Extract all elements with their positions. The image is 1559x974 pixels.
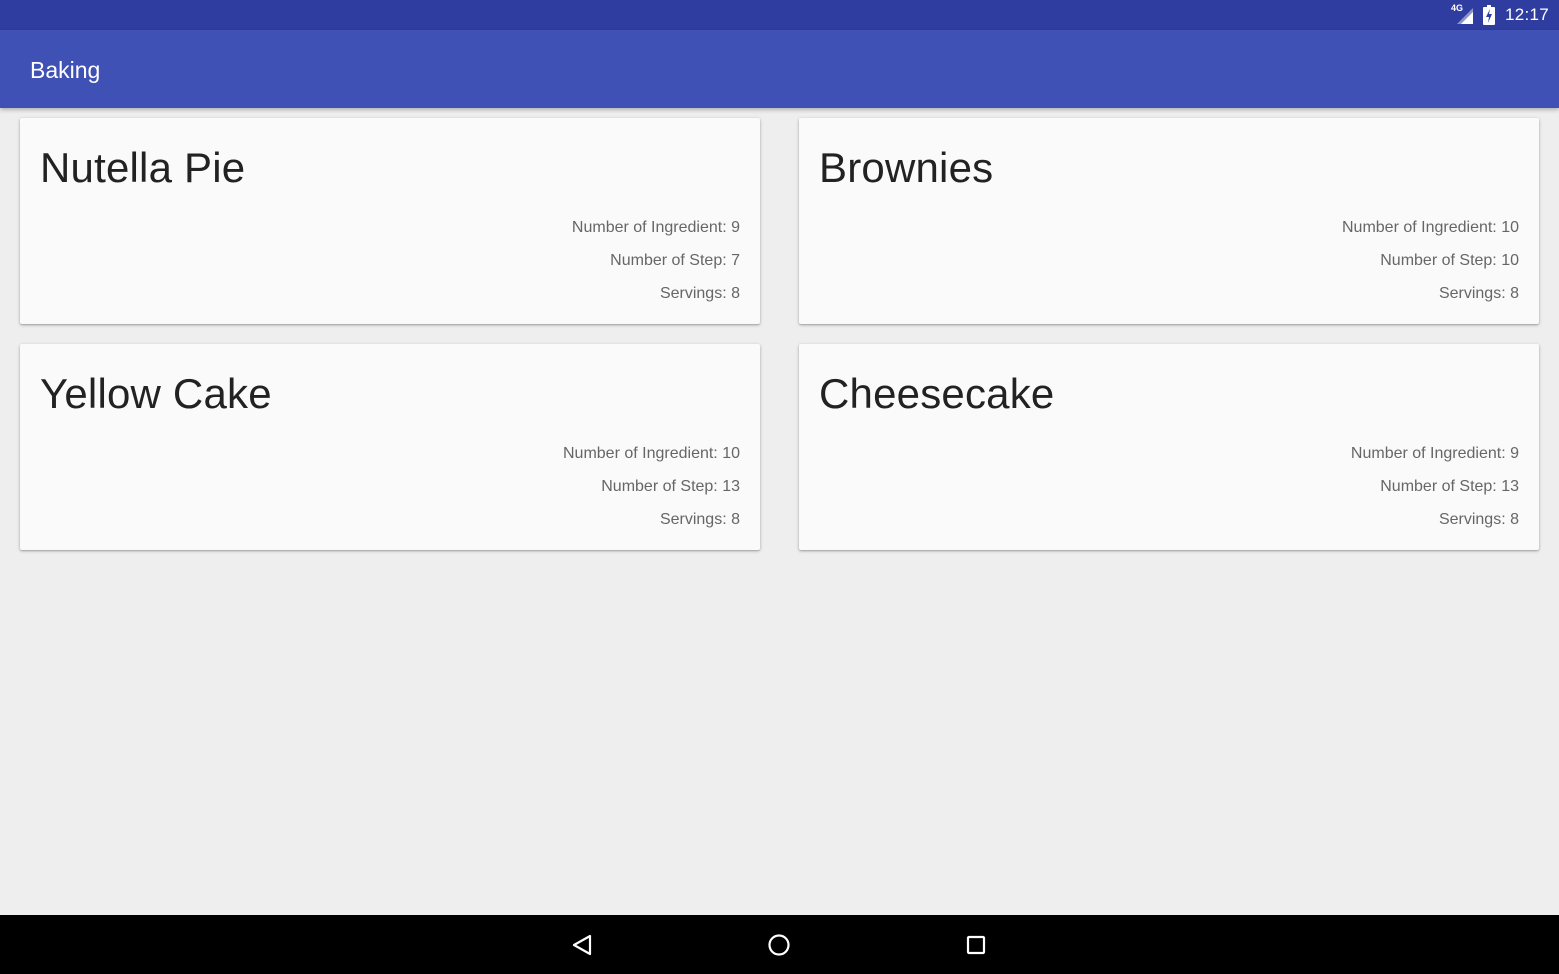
recipe-details: Number of Ingredient: 9 Number of Step: … bbox=[1351, 444, 1519, 543]
home-button[interactable] bbox=[763, 929, 795, 961]
ingredient-count: Number of Ingredient: 9 bbox=[1350, 445, 1519, 462]
recipe-card-yellow-cake[interactable]: Yellow Cake Number of Ingredient: 10 Num… bbox=[20, 344, 760, 550]
step-count: Number of Step: 13 bbox=[601, 478, 740, 495]
servings: Servings: 8 bbox=[659, 285, 740, 302]
status-bar: 4G 12:17 bbox=[0, 0, 1559, 30]
step-count: Number of Step: 7 bbox=[610, 252, 740, 269]
signal-icon: 4G bbox=[1451, 4, 1475, 26]
recents-button[interactable] bbox=[960, 929, 992, 961]
ingredient-count: Number of Ingredient: 10 bbox=[1342, 219, 1519, 236]
step-count: Number of Step: 10 bbox=[1380, 252, 1519, 269]
step-count: Number of Step: 13 bbox=[1380, 478, 1519, 495]
navigation-bar bbox=[0, 915, 1559, 974]
ingredient-count: Number of Ingredient: 10 bbox=[563, 445, 740, 462]
recents-icon bbox=[966, 935, 986, 955]
servings: Servings: 8 bbox=[1438, 511, 1519, 528]
home-icon bbox=[768, 934, 790, 956]
recipe-name: Cheesecake bbox=[819, 370, 1055, 417]
recipe-name: Yellow Cake bbox=[40, 370, 272, 417]
recipe-details: Number of Ingredient: 9 Number of Step: … bbox=[572, 218, 740, 317]
back-button[interactable] bbox=[566, 929, 598, 961]
recipe-details: Number of Ingredient: 10 Number of Step:… bbox=[1342, 218, 1519, 317]
recipe-name: Brownies bbox=[819, 144, 994, 191]
battery-charging-icon bbox=[1482, 4, 1497, 26]
recipe-card-nutella-pie[interactable]: Nutella Pie Number of Ingredient: 9 Numb… bbox=[20, 118, 760, 324]
recipe-details: Number of Ingredient: 10 Number of Step:… bbox=[563, 444, 740, 543]
servings: Servings: 8 bbox=[1438, 285, 1519, 302]
app-bar: Baking bbox=[0, 30, 1559, 108]
status-icons: 4G 12:17 bbox=[1451, 0, 1549, 30]
recipe-card-cheesecake[interactable]: Cheesecake Number of Ingredient: 9 Numbe… bbox=[799, 344, 1539, 550]
back-icon bbox=[572, 934, 592, 956]
recipe-card-brownies[interactable]: Brownies Number of Ingredient: 10 Number… bbox=[799, 118, 1539, 324]
status-clock: 12:17 bbox=[1504, 5, 1549, 24]
ingredient-count: Number of Ingredient: 9 bbox=[571, 219, 740, 236]
recipe-name: Nutella Pie bbox=[40, 144, 246, 191]
app-title: Baking bbox=[30, 57, 101, 83]
recipe-grid: Nutella Pie Number of Ingredient: 9 Numb… bbox=[0, 108, 1559, 915]
servings: Servings: 8 bbox=[659, 511, 740, 528]
